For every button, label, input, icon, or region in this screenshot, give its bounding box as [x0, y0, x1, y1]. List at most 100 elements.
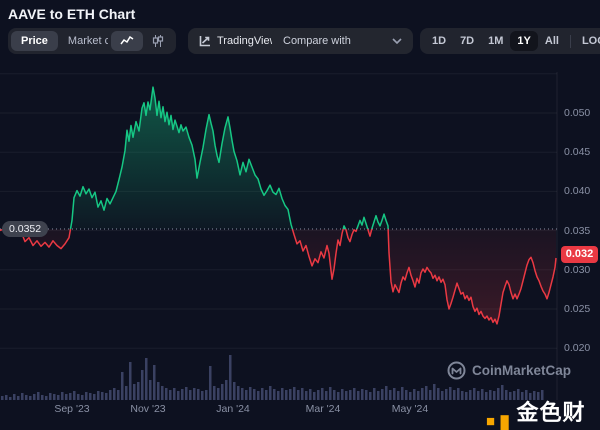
volume-bar: [465, 392, 468, 400]
volume-bar: [49, 393, 52, 400]
volume-bar: [337, 392, 340, 400]
volume-bar: [297, 390, 300, 400]
volume-bar: [181, 389, 184, 400]
volume-bar: [469, 390, 472, 400]
volume-bar: [225, 380, 228, 400]
volume-bar: [1, 396, 4, 400]
volume-bar: [177, 391, 180, 400]
line-chart-type-button[interactable]: [111, 31, 143, 51]
range-1y[interactable]: 1Y: [510, 31, 537, 51]
y-axis-label: 0.025: [564, 303, 590, 315]
y-axis-label: 0.020: [564, 342, 590, 354]
volume-bar: [353, 388, 356, 400]
volume-bar: [305, 391, 308, 400]
volume-bar: [313, 392, 316, 400]
divider: [570, 35, 571, 48]
chart-type-toggle: [108, 28, 176, 54]
volume-bar: [325, 391, 328, 400]
volume-bar: [229, 355, 232, 400]
volume-bar: [381, 389, 384, 400]
tradingview-label: TradingView: [217, 35, 278, 47]
volume-bar: [473, 388, 476, 400]
range-1m[interactable]: 1M: [481, 31, 510, 51]
volume-bar: [477, 391, 480, 400]
volume-bar: [253, 389, 256, 400]
volume-bar: [145, 358, 148, 400]
coinmarketcap-logo-icon: [447, 361, 466, 380]
volume-bar: [81, 395, 84, 400]
volume-bar: [165, 388, 168, 400]
volume-bar: [277, 391, 280, 400]
volume-bar: [217, 388, 220, 400]
range-7d[interactable]: 7D: [453, 31, 481, 51]
volume-bar: [369, 392, 372, 400]
line-chart-icon: [120, 36, 134, 46]
volume-bar: [401, 387, 404, 400]
volume-bar: [421, 388, 424, 400]
range-1d[interactable]: 1D: [425, 31, 453, 51]
volume-bar: [109, 390, 112, 400]
x-axis-label: May '24: [375, 403, 445, 415]
volume-bar: [209, 366, 212, 400]
volume-bar: [121, 372, 124, 400]
volume-bar: [445, 389, 448, 400]
volume-bar: [193, 388, 196, 400]
x-axis-label: Mar '24: [288, 403, 358, 415]
volume-bar: [241, 388, 244, 400]
candlestick-chart-type-button[interactable]: [143, 31, 173, 51]
range-all[interactable]: All: [538, 31, 566, 51]
coinmarketcap-watermark: CoinMarketCap: [447, 361, 571, 380]
volume-bar: [309, 389, 312, 400]
volume-bar: [149, 380, 152, 400]
volume-bar: [185, 387, 188, 400]
volume-bar: [65, 394, 68, 400]
volume-bar: [289, 389, 292, 400]
volume-bar: [221, 384, 224, 400]
volume-bar: [317, 390, 320, 400]
jinse-logo-icon: [486, 413, 511, 430]
jinse-watermark: 金色财经: [486, 395, 600, 430]
volume-bar: [453, 390, 456, 400]
volume-bar: [249, 387, 252, 400]
volume-bar: [269, 386, 272, 400]
volume-bar: [17, 396, 20, 400]
current-price-badge: 0.032: [561, 246, 598, 263]
volume-bar: [329, 387, 332, 400]
volume-bar: [213, 386, 216, 400]
volume-bar: [441, 391, 444, 400]
volume-bar: [201, 391, 204, 400]
volume-bar: [265, 390, 268, 400]
volume-bar: [357, 391, 360, 400]
volume-bar: [349, 390, 352, 400]
volume-bar: [89, 393, 92, 400]
price-chart-canvas[interactable]: [0, 58, 600, 400]
volume-bar: [293, 387, 296, 400]
y-axis-label: 0.050: [564, 107, 590, 119]
volume-bar: [385, 386, 388, 400]
volume-bar: [457, 388, 460, 400]
volume-bar: [61, 392, 64, 400]
volume-bar: [245, 390, 248, 400]
compare-with-dropdown[interactable]: Compare with: [272, 28, 413, 54]
volume-bar: [345, 391, 348, 400]
volume-bar: [161, 386, 164, 400]
timeframe-group: 1D 7D 1M 1Y All LOG ⋯: [420, 28, 600, 54]
volume-bar: [141, 370, 144, 400]
volume-bar: [361, 389, 364, 400]
jinse-watermark-text: 金色财经: [516, 395, 600, 430]
volume-bar: [409, 392, 412, 400]
log-scale-toggle[interactable]: LOG: [575, 31, 600, 51]
volume-bar: [169, 390, 172, 400]
cmc-chart-page: AAVE to ETH Chart Price Market cap Tr: [0, 0, 600, 430]
volume-bar: [373, 388, 376, 400]
tab-price[interactable]: Price: [11, 31, 58, 51]
volume-bar: [257, 391, 260, 400]
volume-bar: [341, 389, 344, 400]
volume-bar: [301, 388, 304, 400]
volume-bar: [77, 394, 80, 400]
volume-bar: [37, 392, 40, 400]
volume-bar: [129, 362, 132, 400]
x-axis-label: Nov '23: [113, 403, 183, 415]
volume-bar: [153, 365, 156, 400]
volume-bar: [233, 382, 236, 400]
